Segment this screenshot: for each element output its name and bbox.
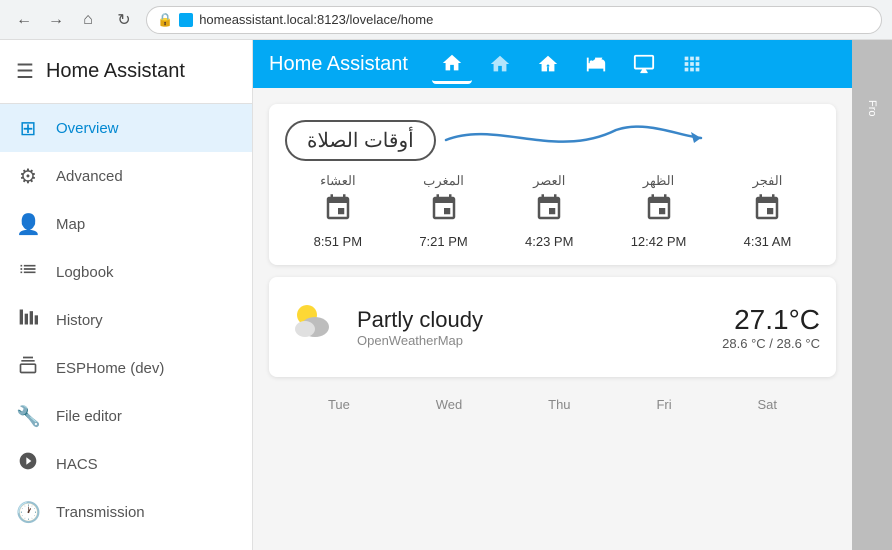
partly-cloudy-svg <box>285 293 341 349</box>
tab-network[interactable] <box>672 44 712 84</box>
weather-temp-range: 28.6 °C / 28.6 °C <box>722 336 820 351</box>
sidebar-item-logbook[interactable]: Logbook <box>0 248 252 296</box>
tab-home[interactable] <box>432 44 472 84</box>
calendar-icon-2 <box>534 193 564 230</box>
back-button[interactable]: ← <box>10 6 38 34</box>
calendar-icon-4 <box>752 193 782 230</box>
prayer-name-2: العصر <box>533 173 565 189</box>
transmission-label: Transmission <box>56 504 145 521</box>
prayer-time-0: 8:51 PM <box>314 234 362 249</box>
esphome-label: ESPHome (dev) <box>56 360 164 377</box>
address-bar[interactable]: 🔒 homeassistant.local:8123/lovelace/home <box>146 6 882 34</box>
lock-icon: 🔒 <box>157 12 173 28</box>
day-4: Sat <box>758 397 778 412</box>
advanced-icon: ⚙ <box>16 164 40 189</box>
tab-monitor[interactable] <box>624 44 664 84</box>
weather-condition: Partly cloudy <box>357 307 706 333</box>
sidebar-item-history[interactable]: History <box>0 296 252 344</box>
calendar-icon-0 <box>323 193 353 230</box>
favicon <box>179 13 193 27</box>
top-bar: Home Assistant <box>253 40 852 88</box>
prayer-name-4: الفجر <box>753 173 783 189</box>
prayer-card-header: أوقات الصلاة <box>285 120 820 161</box>
app-container: ☰ Home Assistant ⊞ Overview ⚙ Advanced 👤… <box>0 40 892 550</box>
calendar-icon-3 <box>644 193 674 230</box>
day-0: Tue <box>328 397 350 412</box>
page-content: أوقات الصلاة العشاء <box>253 88 852 550</box>
sidebar-item-map[interactable]: 👤 Map <box>0 200 252 248</box>
refresh-button[interactable]: ↻ <box>110 6 138 34</box>
prayer-time-item: الفجر 4:31 AM <box>744 173 792 249</box>
prayer-time-1: 7:21 PM <box>419 234 467 249</box>
right-panel-text: Fro <box>866 100 878 117</box>
sidebar-item-transmission[interactable]: 🕐 Transmission <box>0 488 252 536</box>
url-text: homeassistant.local:8123/lovelace/home <box>199 12 433 27</box>
prayer-time-3: 12:42 PM <box>631 234 687 249</box>
prayer-time-4: 4:31 AM <box>744 234 792 249</box>
tab-bath[interactable] <box>576 44 616 84</box>
home-button[interactable]: ⌂ <box>74 6 102 34</box>
sidebar-item-hacs[interactable]: HACS <box>0 440 252 488</box>
day-labels: Tue Wed Thu Fri Sat <box>269 389 836 412</box>
sidebar-item-file-editor[interactable]: 🔧 File editor <box>0 392 252 440</box>
map-icon: 👤 <box>16 212 40 237</box>
prayer-time-item: العصر 4:23 PM <box>525 173 573 249</box>
day-1: Wed <box>436 397 463 412</box>
right-panel: Fro <box>852 40 892 550</box>
tab-house2[interactable] <box>528 44 568 84</box>
prayer-time-item: المغرب 7:21 PM <box>419 173 467 249</box>
prayer-name-1: المغرب <box>423 173 464 189</box>
prayer-times: العشاء 8:51 PM المغرب 7:21 PM <box>285 173 820 249</box>
weather-temp-container: 27.1°C 28.6 °C / 28.6 °C <box>722 304 820 351</box>
weather-temperature: 27.1°C <box>722 304 820 336</box>
calendar-icon-1 <box>429 193 459 230</box>
forward-button[interactable]: → <box>42 6 70 34</box>
prayer-card: أوقات الصلاة العشاء <box>269 104 836 265</box>
prayer-time-item: العشاء 8:51 PM <box>314 173 362 249</box>
hacs-icon <box>16 451 40 477</box>
hacs-label: HACS <box>56 456 98 473</box>
nav-buttons: ← → ⌂ <box>10 6 102 34</box>
logbook-icon <box>16 259 40 285</box>
sidebar-item-advanced[interactable]: ⚙ Advanced <box>0 152 252 200</box>
map-label: Map <box>56 216 85 233</box>
main-content: Home Assistant <box>253 40 852 550</box>
logbook-label: Logbook <box>56 264 114 281</box>
weather-source: OpenWeatherMap <box>357 333 706 348</box>
sidebar: ☰ Home Assistant ⊞ Overview ⚙ Advanced 👤… <box>0 40 253 550</box>
top-bar-title: Home Assistant <box>269 53 408 76</box>
weather-icon <box>285 293 341 361</box>
overview-label: Overview <box>56 120 119 137</box>
hamburger-icon[interactable]: ☰ <box>16 59 34 84</box>
sidebar-item-overview[interactable]: ⊞ Overview <box>0 104 252 152</box>
file-editor-icon: 🔧 <box>16 404 40 429</box>
day-3: Fri <box>656 397 671 412</box>
tab-building[interactable] <box>480 44 520 84</box>
transmission-icon: 🕐 <box>16 500 40 525</box>
prayer-title: أوقات الصلاة <box>285 120 436 161</box>
prayer-name-0: العشاء <box>320 173 356 189</box>
prayer-name-3: الظهر <box>643 173 674 189</box>
advanced-label: Advanced <box>56 168 123 185</box>
history-icon <box>16 307 40 333</box>
annotation-arrow <box>436 110 716 170</box>
esphome-icon <box>16 355 40 381</box>
weather-card: Partly cloudy OpenWeatherMap 27.1°C 28.6… <box>269 277 836 377</box>
history-label: History <box>56 312 103 329</box>
day-2: Thu <box>548 397 570 412</box>
browser-chrome: ← → ⌂ ↻ 🔒 homeassistant.local:8123/lovel… <box>0 0 892 40</box>
overview-icon: ⊞ <box>16 116 40 141</box>
sidebar-header: ☰ Home Assistant <box>0 40 252 104</box>
weather-info: Partly cloudy OpenWeatherMap <box>357 307 706 348</box>
prayer-time-item: الظهر 12:42 PM <box>631 173 687 249</box>
sidebar-title: Home Assistant <box>46 60 185 83</box>
file-editor-label: File editor <box>56 408 122 425</box>
sidebar-item-esphome[interactable]: ESPHome (dev) <box>0 344 252 392</box>
prayer-time-2: 4:23 PM <box>525 234 573 249</box>
